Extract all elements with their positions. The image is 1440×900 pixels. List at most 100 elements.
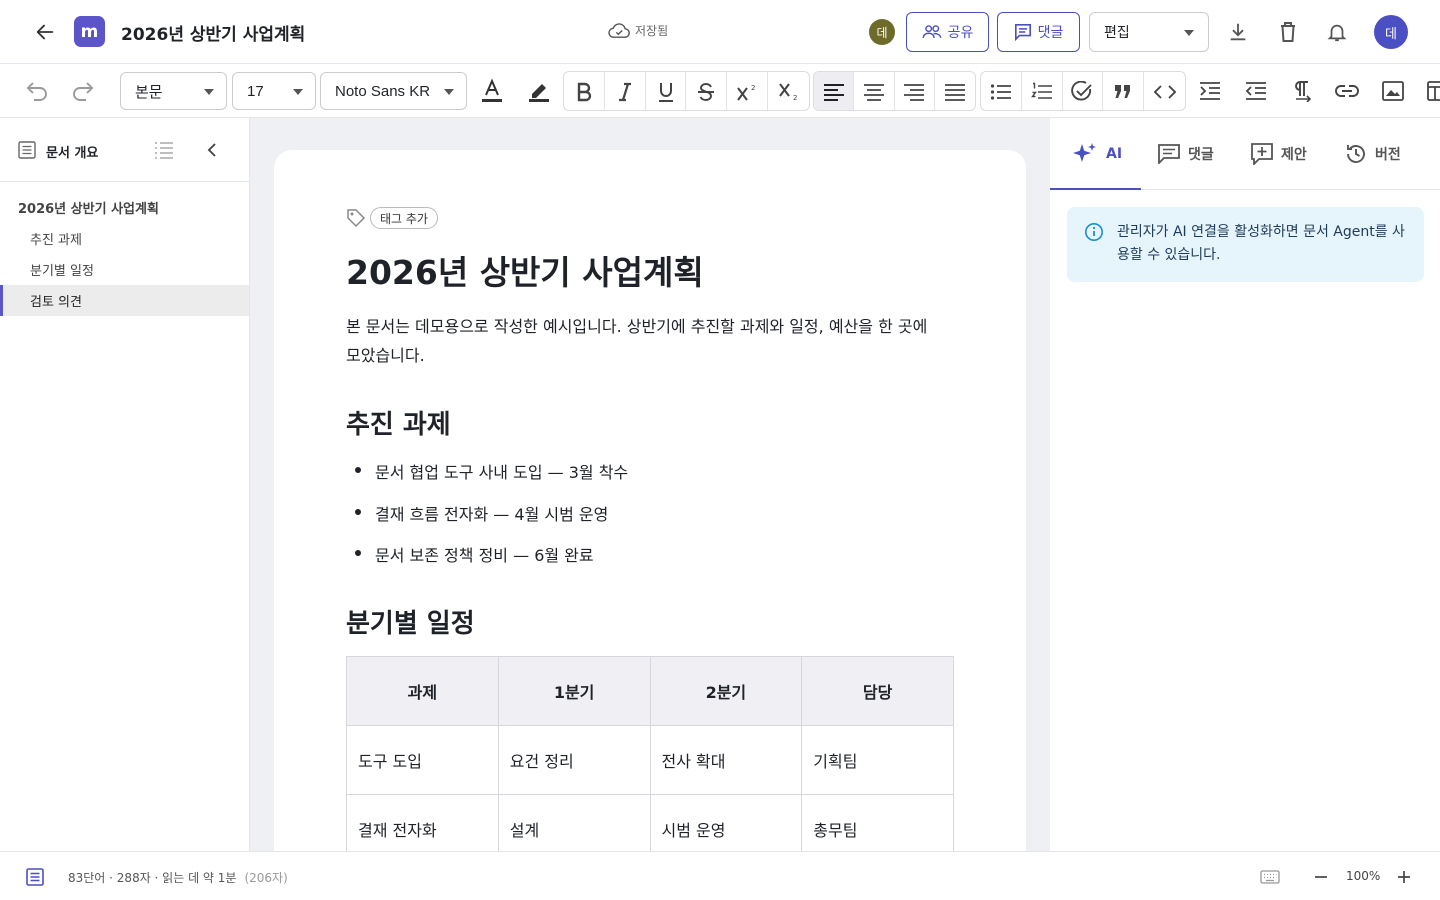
outline-title: 문서 개요 <box>46 146 99 161</box>
list-item[interactable]: 문서 보존 정책 정비 — 6월 완료 <box>355 542 594 566</box>
text-color-icon[interactable] <box>480 78 504 103</box>
tab-ai-label: AI <box>1106 146 1123 162</box>
table-cell[interactable]: 설계 <box>497 794 651 851</box>
zoom-out-icon[interactable] <box>1313 869 1329 889</box>
char-count-extra: (206자) <box>244 871 288 885</box>
table-header-cell[interactable]: 1분기 <box>497 656 651 726</box>
table-cell[interactable]: 도구 도입 <box>346 725 499 795</box>
tab-versions[interactable]: 버전 <box>1345 118 1401 190</box>
tab-suggestions[interactable]: 제안 <box>1251 118 1307 190</box>
font-size-select[interactable]: 17 <box>232 72 316 110</box>
table-header-cell[interactable]: 담당 <box>801 656 954 726</box>
add-box-icon <box>1251 143 1273 165</box>
redo-icon[interactable] <box>71 79 95 103</box>
highlight-icon[interactable] <box>527 79 551 103</box>
outline-list-icon[interactable] <box>154 141 174 163</box>
checklist-icon[interactable] <box>1063 72 1104 110</box>
outline-item-label: 검토 의견 <box>30 295 82 310</box>
tab-versions-label: 버전 <box>1375 147 1401 163</box>
sparkle-icon <box>1073 143 1096 162</box>
paragraph-style-select[interactable]: 본문 <box>120 72 227 110</box>
section-heading[interactable]: 분기별 일정 <box>346 603 475 640</box>
outdent-icon[interactable] <box>1244 79 1268 103</box>
table-cell[interactable]: 기획팀 <box>801 725 954 795</box>
code-icon[interactable] <box>1144 72 1185 110</box>
save-status: 저장됨 <box>608 22 668 39</box>
subscript-icon[interactable]: 2 <box>768 72 809 110</box>
outline-item-label: 추진 과제 <box>30 233 82 248</box>
comments-button[interactable]: 댓글 <box>997 12 1080 52</box>
font-family-select[interactable]: Noto Sans KR <box>320 72 467 110</box>
outline-toggle-icon[interactable] <box>26 868 44 890</box>
align-center-icon[interactable] <box>854 72 895 110</box>
strikethrough-icon[interactable] <box>686 72 728 110</box>
align-justify-icon[interactable] <box>935 72 975 110</box>
tag-icon <box>346 208 366 232</box>
back-arrow-icon[interactable] <box>33 20 57 44</box>
add-tag-button[interactable]: 태그 추가 <box>370 207 438 229</box>
table-cell[interactable]: 결재 전자화 <box>346 794 499 851</box>
schedule-table[interactable]: 과제 1분기 2분기 담당 도구 도입 요건 정리 전사 확대 기획팀 결재 전… <box>346 656 954 851</box>
mode-select[interactable]: 편집 <box>1089 12 1209 52</box>
collapse-sidebar-icon[interactable] <box>205 142 219 162</box>
document-heading[interactable]: 2026년 상반기 사업계획 <box>346 246 704 294</box>
outline-item[interactable]: 분기별 일정 <box>0 254 249 285</box>
active-tab-indicator <box>1050 188 1141 190</box>
table-header-cell[interactable]: 2분기 <box>649 656 803 726</box>
list-item[interactable]: 결재 흐름 전자화 — 4월 시범 운영 <box>354 501 608 525</box>
section-heading[interactable]: 추진 과제 <box>346 404 451 441</box>
download-icon[interactable] <box>1226 20 1250 44</box>
document-title[interactable]: 2026년 상반기 사업계획 <box>121 20 305 45</box>
quote-icon[interactable] <box>1103 72 1145 110</box>
mode-select-value: 편집 <box>1104 25 1130 41</box>
outline-item[interactable]: 2026년 상반기 사업계획 <box>0 192 249 223</box>
list-item[interactable]: 문서 협업 도구 사내 도입 — 3월 착수 <box>354 459 628 483</box>
document-canvas: 태그 추가 2026년 상반기 사업계획 본 문서는 데모용으로 작성한 예시입… <box>250 118 1050 851</box>
indent-icon[interactable] <box>1198 79 1222 103</box>
table-cell[interactable]: 전사 확대 <box>649 725 803 795</box>
tab-comments[interactable]: 댓글 <box>1158 118 1214 190</box>
table-row: 도구 도입 요건 정리 전사 확대 기획팀 <box>346 725 954 795</box>
table-header-cell[interactable]: 과제 <box>346 656 499 726</box>
table-cell[interactable]: 시범 운영 <box>649 794 803 851</box>
collaborator-avatar[interactable]: 데 <box>869 19 895 45</box>
bell-icon[interactable] <box>1325 20 1349 44</box>
table-icon[interactable] <box>1426 79 1440 103</box>
document-page[interactable]: 태그 추가 2026년 상반기 사업계획 본 문서는 데모용으로 작성한 예시입… <box>274 150 1026 851</box>
table-row: 결재 전자화 설계 시범 운영 총무팀 <box>346 794 954 851</box>
outline-header: 문서 개요 <box>0 118 249 182</box>
tab-ai[interactable]: AI <box>1072 118 1122 190</box>
link-icon[interactable] <box>1335 79 1359 103</box>
user-avatar[interactable]: 데 <box>1374 15 1408 49</box>
intro-paragraph[interactable]: 본 문서는 데모용으로 작성한 예시입니다. 상반기에 추진할 과제와 일정, … <box>346 312 946 370</box>
chevron-down-icon <box>204 89 214 95</box>
top-header: m 2026년 상반기 사업계획 저장됨 데 공유 댓글 편집 데 <box>0 0 1440 64</box>
outline-item[interactable]: 추진 과제 <box>0 223 249 254</box>
comments-label: 댓글 <box>1037 25 1064 41</box>
undo-icon[interactable] <box>25 79 49 103</box>
share-button[interactable]: 공유 <box>906 12 989 52</box>
right-panel: AI 댓글 제안 버전 관리자가 AI 연결을 활성화하면 문서 Agent를 … <box>1050 118 1440 851</box>
bold-icon[interactable] <box>564 72 605 110</box>
save-status-label: 저장됨 <box>635 24 669 38</box>
italic-icon[interactable] <box>605 72 646 110</box>
history-icon <box>1347 145 1365 163</box>
superscript-icon[interactable]: 2 <box>727 72 769 110</box>
trash-icon[interactable] <box>1276 20 1300 44</box>
align-right-icon[interactable] <box>895 72 935 110</box>
paragraph-mark-icon[interactable] <box>1289 79 1313 103</box>
subscript-mark: 2 <box>793 94 797 102</box>
zoom-level: 100% <box>1346 869 1381 883</box>
keyboard-icon[interactable] <box>1260 869 1280 888</box>
zoom-in-icon[interactable] <box>1396 869 1412 889</box>
align-left-icon[interactable] <box>814 72 855 110</box>
outline-item-active[interactable]: 검토 의견 <box>0 285 249 316</box>
numbered-list-icon[interactable] <box>1022 72 1063 110</box>
outline-sidebar: 문서 개요 2026년 상반기 사업계획 추진 과제 분기별 일정 검토 의견 <box>0 118 250 851</box>
bullet-list-icon[interactable] <box>981 72 1022 110</box>
image-icon[interactable] <box>1381 79 1405 103</box>
table-cell[interactable]: 총무팀 <box>801 794 954 851</box>
users-icon <box>922 25 942 39</box>
table-cell[interactable]: 요건 정리 <box>497 725 651 795</box>
underline-icon[interactable] <box>646 72 687 110</box>
